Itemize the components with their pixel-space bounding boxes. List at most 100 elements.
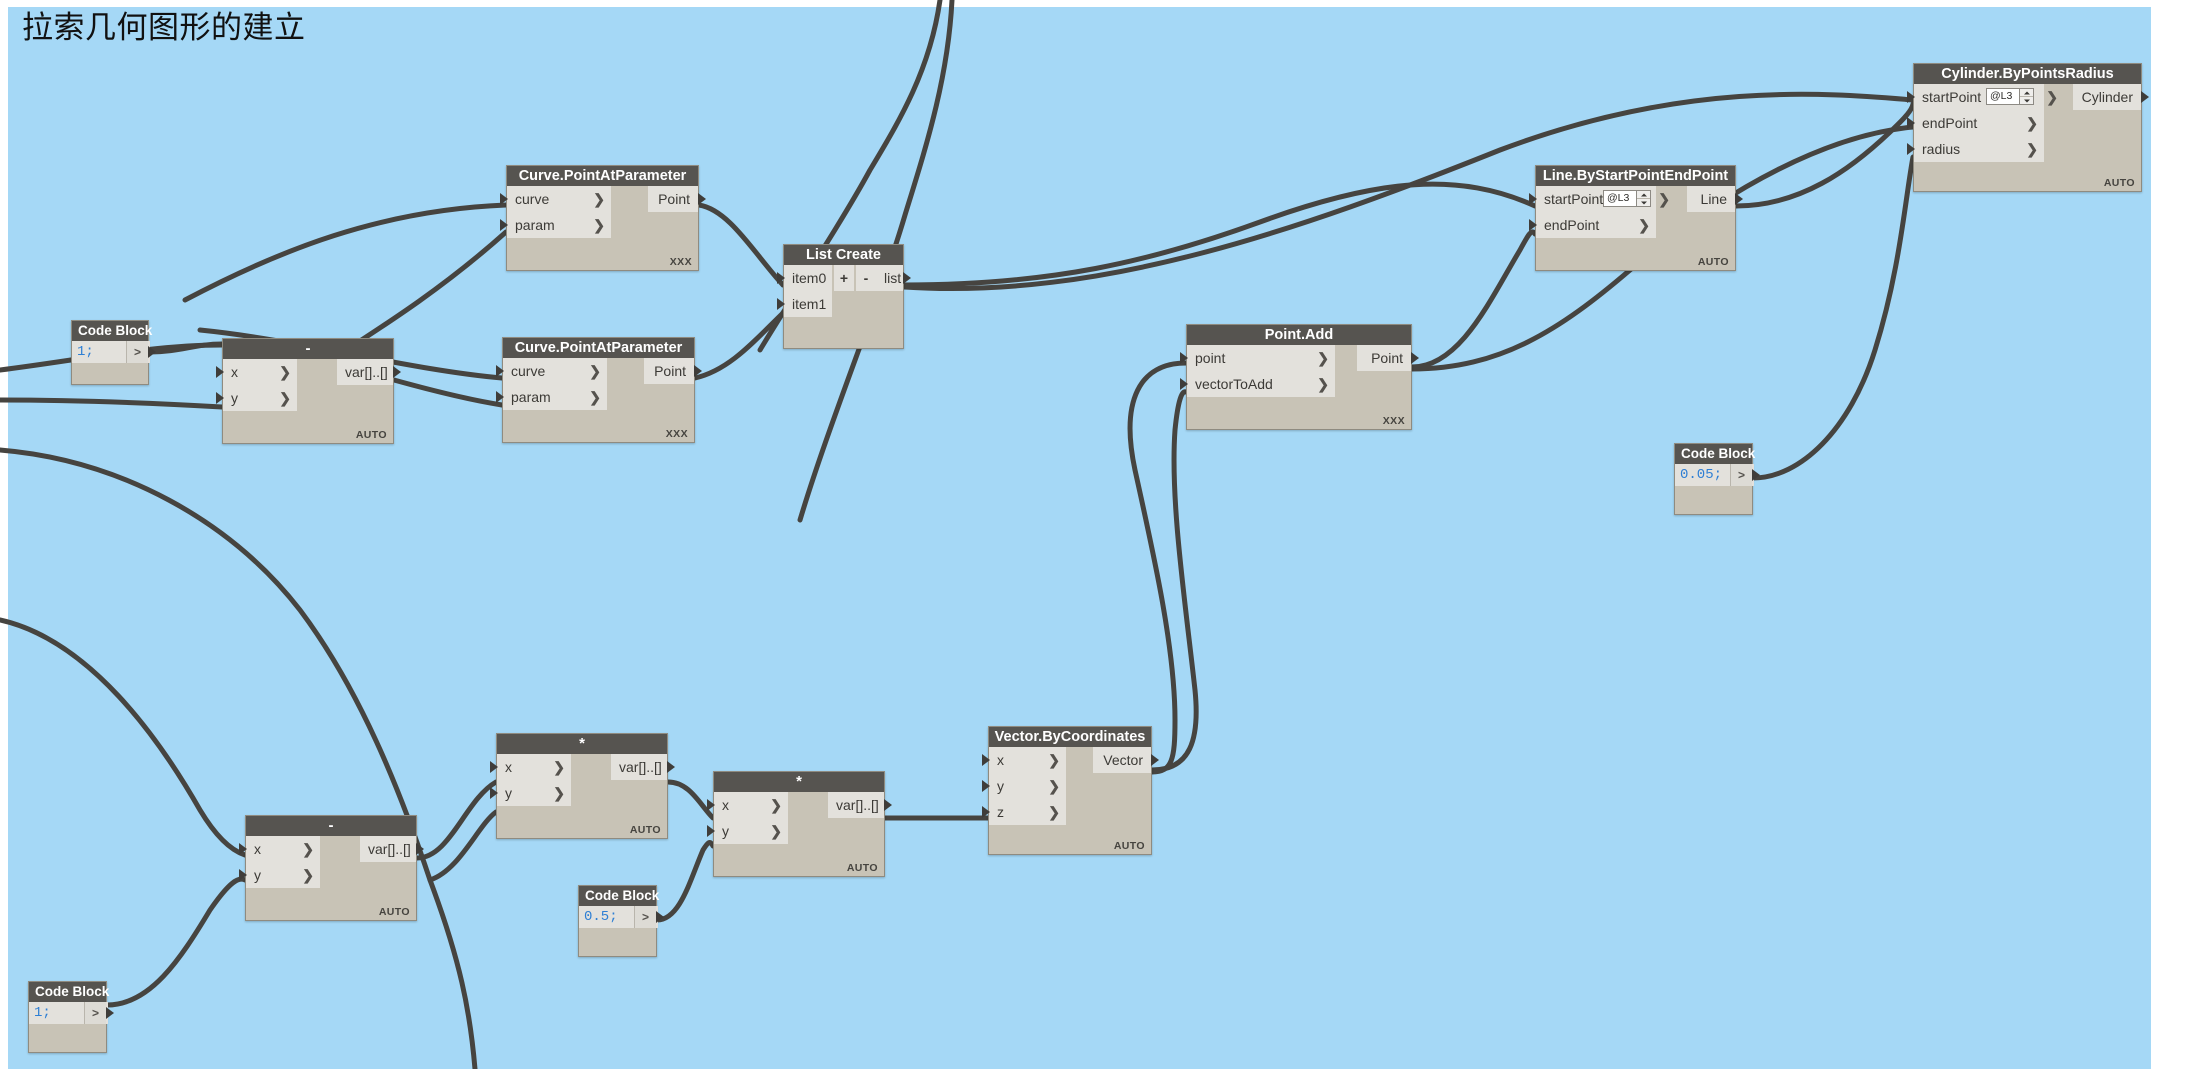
input-label: item1 bbox=[792, 296, 827, 312]
node-title: Vector.ByCoordinates bbox=[989, 727, 1151, 747]
node-curve-pointatparameter-2[interactable]: Curve.PointAtParameter curve ❯ Point par… bbox=[496, 337, 702, 443]
input-nub bbox=[707, 799, 715, 811]
lacing-badge[interactable]: AUTO bbox=[630, 824, 661, 836]
output-port-cylinder[interactable]: Cylinder bbox=[2073, 84, 2141, 110]
level-selector[interactable]: @L3 bbox=[1603, 190, 1651, 207]
node-subtract-bottom[interactable]: - x ❯ var[]..[] y ❯ AUTO bbox=[239, 815, 424, 921]
output-port-result[interactable]: var[]..[] bbox=[828, 792, 884, 818]
node-subtract-top[interactable]: - x ❯ var[]..[] y ❯ AUTO bbox=[216, 338, 401, 444]
level-spinner[interactable] bbox=[2019, 89, 2033, 104]
input-label: y bbox=[254, 867, 261, 883]
output-port-line[interactable]: Line bbox=[1687, 186, 1735, 212]
output-port-vector[interactable]: Vector bbox=[1093, 747, 1151, 773]
lacing-badge[interactable]: AUTO bbox=[356, 429, 387, 441]
input-port-z[interactable]: z ❯ bbox=[989, 799, 1066, 825]
node-multiply-1[interactable]: * x ❯ var[]..[] y ❯ AUTO bbox=[490, 733, 675, 839]
input-port-x[interactable]: x ❯ bbox=[989, 747, 1066, 773]
input-port-x[interactable]: x ❯ bbox=[223, 359, 297, 385]
code-block-output-port[interactable]: > bbox=[126, 341, 148, 363]
input-port-y[interactable]: y ❯ bbox=[223, 385, 297, 411]
input-label: startPoint bbox=[1922, 89, 1982, 105]
node-point-add[interactable]: Point.Add point ❯ Point vectorToAdd ❯ XX… bbox=[1180, 324, 1419, 430]
page-title: 拉索几何图形的建立 bbox=[22, 10, 306, 45]
lacing-badge[interactable]: XXX bbox=[1383, 415, 1405, 427]
node-title: Cylinder.ByPointsRadius bbox=[1914, 64, 2141, 84]
input-nub bbox=[1907, 91, 1915, 103]
input-nub bbox=[239, 869, 247, 881]
output-port-result[interactable]: var[]..[] bbox=[360, 836, 416, 862]
output-port-result[interactable]: var[]..[] bbox=[611, 754, 667, 780]
input-port-x[interactable]: x ❯ bbox=[246, 836, 320, 862]
remove-item-button[interactable]: - bbox=[856, 265, 876, 291]
input-port-param[interactable]: param ❯ bbox=[503, 384, 607, 410]
input-nub bbox=[1180, 378, 1188, 390]
input-label: point bbox=[1195, 350, 1226, 366]
input-port-radius[interactable]: radius ❯ bbox=[1914, 136, 2044, 162]
code-block-output-port[interactable]: > bbox=[84, 1002, 106, 1024]
chevron-right-icon: ❯ bbox=[553, 759, 565, 775]
input-port-y[interactable]: y ❯ bbox=[497, 780, 571, 806]
node-list-create[interactable]: List Create item0 + - list item1 bbox=[777, 244, 911, 349]
input-port-endpoint[interactable]: endPoint ❯ bbox=[1914, 110, 2044, 136]
input-nub bbox=[777, 298, 785, 310]
input-nub bbox=[216, 392, 224, 404]
input-port-curve[interactable]: curve ❯ bbox=[507, 186, 611, 212]
node-code-block-005[interactable]: Code Block 0.05; > bbox=[1674, 443, 1760, 515]
output-port-list[interactable]: list bbox=[876, 265, 903, 291]
lacing-badge[interactable]: AUTO bbox=[1114, 840, 1145, 852]
code-value: 0.05; bbox=[1680, 467, 1723, 483]
output-port-point[interactable]: Point bbox=[644, 358, 694, 384]
input-port-endpoint[interactable]: endPoint ❯ bbox=[1536, 212, 1656, 238]
input-port-vectortoadd[interactable]: vectorToAdd ❯ bbox=[1187, 371, 1335, 397]
level-spinner[interactable] bbox=[1636, 191, 1650, 206]
output-nub bbox=[656, 911, 664, 923]
chevron-right-icon: ❯ bbox=[2046, 89, 2058, 105]
chevron-right-icon: ❯ bbox=[1317, 376, 1329, 392]
node-code-block-05[interactable]: Code Block 0.5; > bbox=[578, 885, 664, 957]
node-code-block-1-bottom[interactable]: Code Block 1; > bbox=[28, 981, 114, 1053]
input-nub bbox=[500, 193, 508, 205]
output-nub bbox=[698, 193, 706, 205]
output-nub bbox=[416, 843, 424, 855]
input-port-item1[interactable]: item1 bbox=[784, 291, 832, 317]
output-nub bbox=[1735, 193, 1743, 205]
input-port-param[interactable]: param ❯ bbox=[507, 212, 611, 238]
code-value: 1; bbox=[77, 344, 94, 360]
output-nub bbox=[1752, 469, 1760, 481]
lacing-badge[interactable]: AUTO bbox=[379, 906, 410, 918]
node-cylinder-bypointsradius[interactable]: Cylinder.ByPointsRadius startPoint ❯ @L3… bbox=[1907, 63, 2149, 192]
input-port-y[interactable]: y ❯ bbox=[246, 862, 320, 888]
input-label: y bbox=[505, 785, 512, 801]
input-port-y[interactable]: y ❯ bbox=[989, 773, 1066, 799]
input-port-curve[interactable]: curve ❯ bbox=[503, 358, 607, 384]
input-label: y bbox=[997, 778, 1004, 794]
node-multiply-2[interactable]: * x ❯ var[]..[] y ❯ AUTO bbox=[707, 771, 892, 877]
output-port-point[interactable]: Point bbox=[1357, 345, 1411, 371]
input-nub bbox=[982, 806, 990, 818]
level-label: @L3 bbox=[1990, 90, 2013, 102]
node-vector-bycoordinates[interactable]: Vector.ByCoordinates x ❯ Vector y ❯ z ❯ … bbox=[982, 726, 1159, 855]
lacing-badge[interactable]: AUTO bbox=[847, 862, 878, 874]
input-label: endPoint bbox=[1544, 217, 1600, 233]
output-port-point[interactable]: Point bbox=[648, 186, 698, 212]
code-block-output-port[interactable]: > bbox=[634, 906, 656, 928]
code-block-output-port[interactable]: > bbox=[1730, 464, 1752, 486]
lacing-badge[interactable]: XXX bbox=[670, 256, 692, 268]
output-port-result[interactable]: var[]..[] bbox=[337, 359, 393, 385]
input-port-x[interactable]: x ❯ bbox=[497, 754, 571, 780]
lacing-badge[interactable]: AUTO bbox=[2104, 177, 2135, 189]
node-line-bystartpointendpoint[interactable]: Line.ByStartPointEndPoint startPoint ❯ @… bbox=[1529, 165, 1743, 271]
input-label: curve bbox=[515, 191, 550, 207]
lacing-badge[interactable]: AUTO bbox=[1698, 256, 1729, 268]
add-item-button[interactable]: + bbox=[834, 265, 854, 291]
input-port-item0[interactable]: item0 bbox=[784, 265, 832, 291]
input-nub bbox=[1907, 117, 1915, 129]
node-curve-pointatparameter-1[interactable]: Curve.PointAtParameter curve ❯ Point par… bbox=[500, 165, 706, 271]
input-port-x[interactable]: x ❯ bbox=[714, 792, 788, 818]
input-port-point[interactable]: point ❯ bbox=[1187, 345, 1335, 371]
output-nub bbox=[106, 1007, 114, 1019]
node-code-block-1[interactable]: Code Block 1; > bbox=[71, 320, 156, 385]
level-selector[interactable]: @L3 bbox=[1986, 88, 2034, 105]
input-port-y[interactable]: y ❯ bbox=[714, 818, 788, 844]
lacing-badge[interactable]: XXX bbox=[666, 428, 688, 440]
